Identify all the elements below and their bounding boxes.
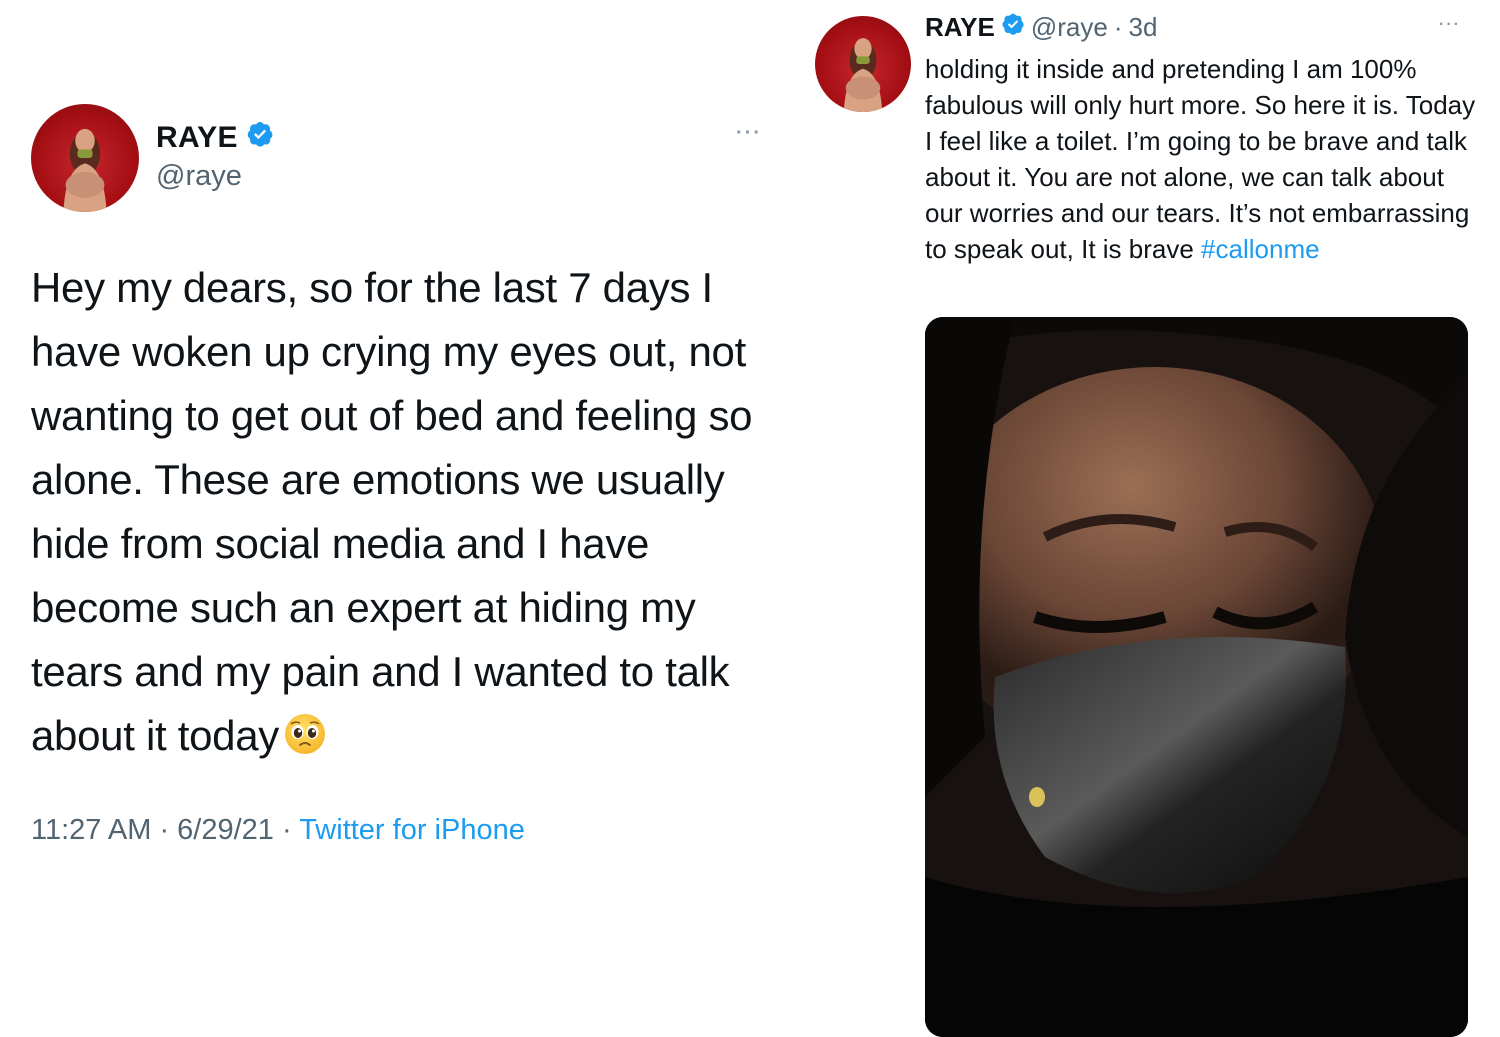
tweet-meta: 11:27 AM · 6/29/21 · Twitter for iPhone (31, 814, 525, 847)
tweet-media-photo[interactable] (925, 317, 1468, 1037)
tweet-body: holding it inside and pretending I am 10… (925, 51, 1485, 267)
meta-separator: · (151, 814, 178, 846)
tweet-text: holding it inside and pretending I am 10… (925, 54, 1476, 264)
avatar-image (843, 38, 883, 112)
tweet-text: Hey my dears, so for the last 7 days I h… (31, 264, 753, 759)
tweet-header: RAYE @raye · 3d (925, 12, 1157, 43)
hashtag-link[interactable]: #callonme (1201, 234, 1320, 264)
meta-separator: · (273, 814, 300, 846)
more-options-icon[interactable]: ··· (736, 122, 762, 145)
handle[interactable]: @raye (1031, 12, 1108, 43)
photo-image (925, 317, 1468, 1037)
avatar-image (63, 128, 107, 212)
tweet-source-link[interactable]: Twitter for iPhone (299, 814, 525, 846)
tweet-date[interactable]: 6/29/21 (177, 814, 274, 846)
header-separator: · (1113, 12, 1123, 42)
divider (783, 0, 811, 1000)
tweet-body: Hey my dears, so for the last 7 days I h… (31, 256, 791, 774)
pleading-face-emoji (283, 710, 327, 774)
display-name[interactable]: RAYE (156, 121, 238, 155)
display-name-row[interactable]: RAYE (156, 120, 274, 156)
handle[interactable]: @raye (156, 160, 242, 193)
verified-badge-icon (1001, 12, 1025, 43)
more-options-icon[interactable]: ··· (1439, 16, 1461, 34)
display-name[interactable]: RAYE (925, 12, 995, 43)
tweet-time[interactable]: 11:27 AM (31, 814, 151, 846)
verified-badge-icon (246, 120, 274, 156)
avatar[interactable] (31, 104, 139, 212)
right-tweet: RAYE @raye · 3d ··· holding it inside an… (811, 0, 1500, 1037)
tweet-time[interactable]: 3d (1129, 12, 1158, 43)
avatar[interactable] (815, 16, 911, 112)
left-tweet: RAYE @raye ··· Hey my dears, so for the … (0, 0, 783, 1000)
